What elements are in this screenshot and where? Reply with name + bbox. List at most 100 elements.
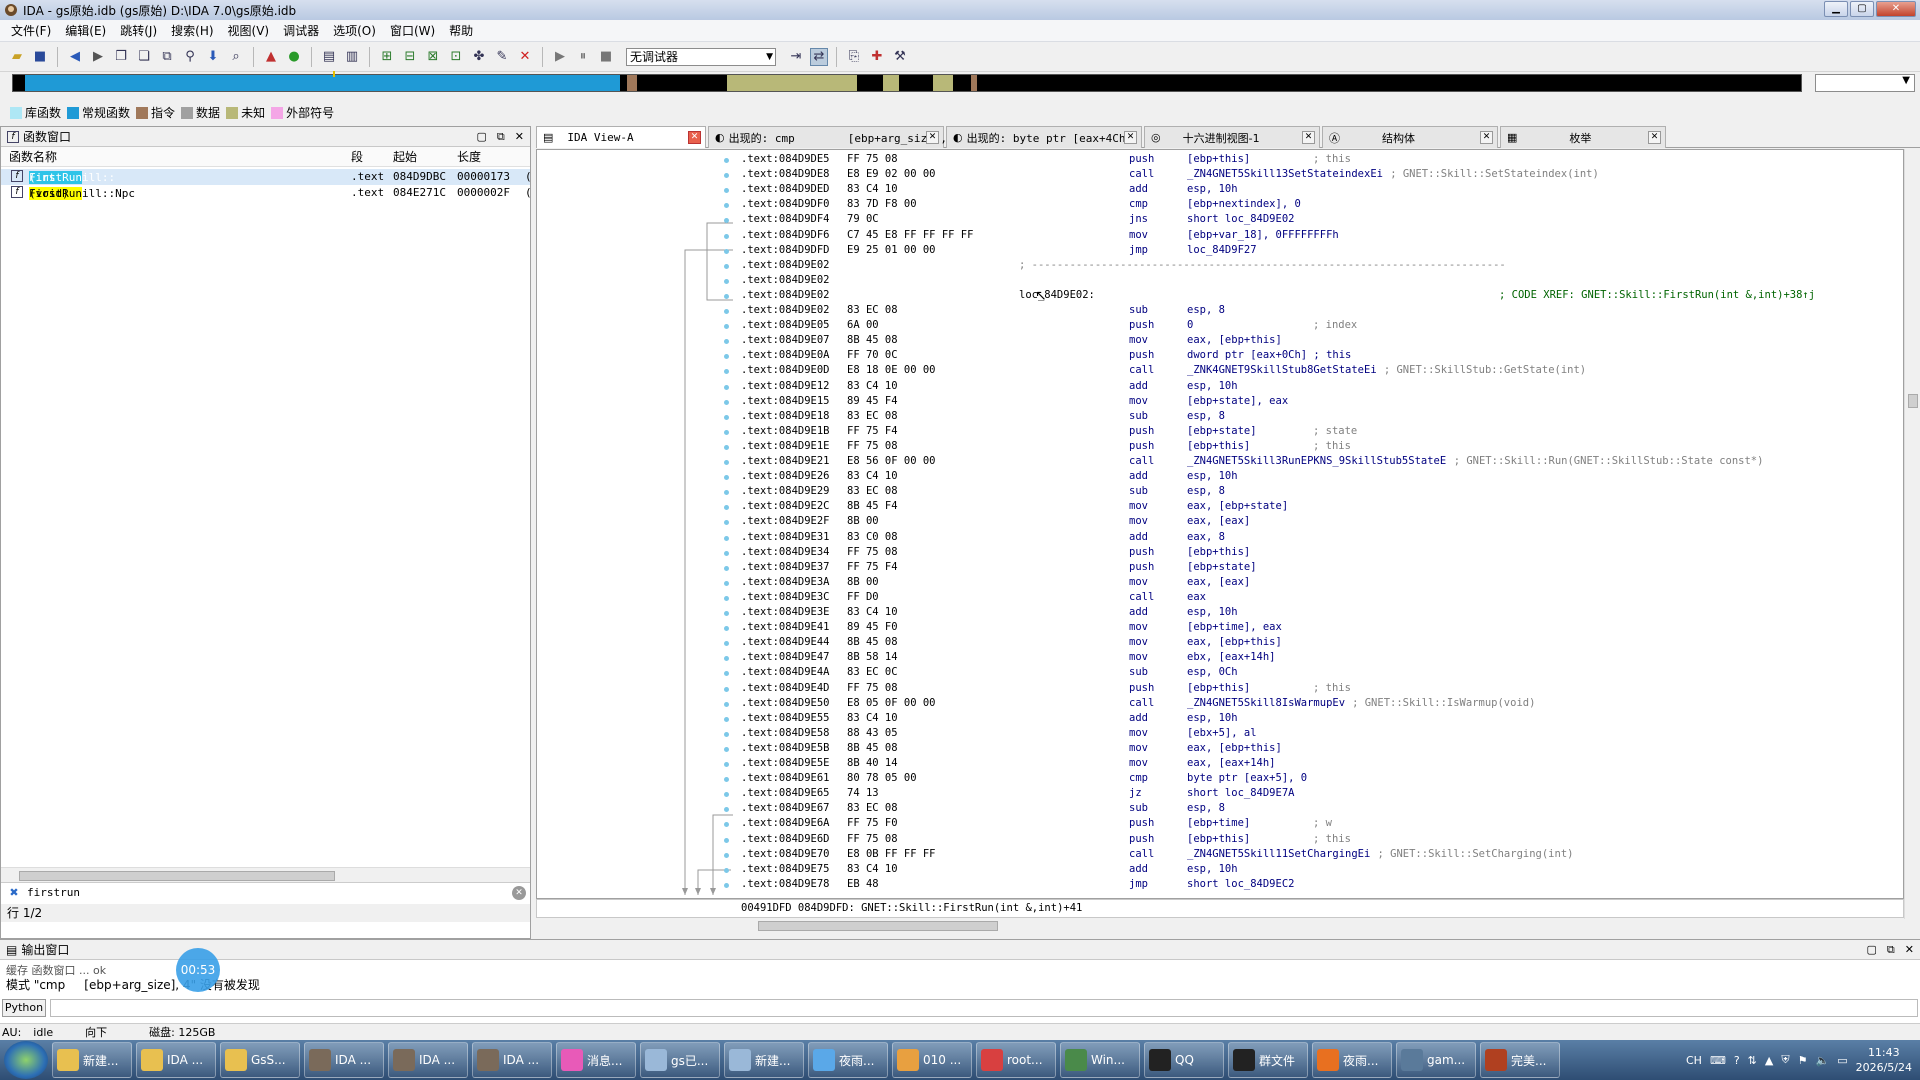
user-graph-icon[interactable]: ⊡ bbox=[447, 48, 465, 66]
gutter-dot[interactable] bbox=[724, 595, 729, 601]
gutter-dot[interactable] bbox=[724, 762, 729, 767]
taskbar-item[interactable]: IDA ... bbox=[388, 1042, 468, 1078]
gutter-dot[interactable] bbox=[724, 686, 729, 692]
gutter-dot[interactable] bbox=[724, 429, 729, 435]
taskbar-item[interactable]: 010 ... bbox=[892, 1042, 972, 1078]
open-icon[interactable]: ▰ bbox=[8, 48, 26, 66]
functions-horizontal-scrollbar[interactable] bbox=[1, 867, 530, 883]
start-button[interactable] bbox=[4, 1041, 48, 1079]
table-row[interactable]: f GNET::Skill::Npc FirstRun (void) .text 0… bbox=[1, 185, 532, 201]
text-search-icon[interactable]: ⚲ bbox=[181, 48, 199, 66]
menu-file[interactable]: 文件(F) bbox=[4, 22, 58, 39]
tab-ida-view-a[interactable]: ▤ IDA View-A ✕ bbox=[536, 126, 706, 148]
debugger-select[interactable]: 无调试器 ▼ bbox=[626, 47, 776, 66]
scrollbar-thumb[interactable] bbox=[1908, 394, 1918, 408]
forward-icon[interactable]: ▶ bbox=[89, 48, 107, 66]
taskbar-item[interactable]: 新建... bbox=[52, 1042, 132, 1078]
taskbar-item[interactable]: IDA ... bbox=[304, 1042, 384, 1078]
gutter-dot[interactable] bbox=[724, 535, 729, 541]
network-icon[interactable]: ⇅ bbox=[1748, 1054, 1757, 1067]
help-icon[interactable]: ? bbox=[1734, 1054, 1740, 1067]
filter-text[interactable]: firstrun bbox=[27, 886, 80, 899]
maximize-button[interactable]: ▢ bbox=[1850, 1, 1874, 17]
gutter-dot[interactable] bbox=[724, 263, 729, 269]
taskbar-item[interactable]: IDA ... bbox=[472, 1042, 552, 1078]
float-panel-icon[interactable]: ⧉ bbox=[497, 130, 505, 144]
binary-search-icon[interactable]: ⧉ bbox=[158, 48, 176, 66]
gutter-dot[interactable] bbox=[724, 399, 729, 405]
maximize-panel-icon[interactable]: ▢ bbox=[477, 130, 487, 144]
gutter-dot[interactable] bbox=[724, 852, 729, 858]
minimize-button[interactable]: ▁ bbox=[1824, 1, 1848, 17]
functions-quick-filter[interactable]: ✖ firstrun ✕ bbox=[1, 882, 530, 902]
close-tab-icon[interactable]: ✕ bbox=[688, 131, 701, 144]
menu-edit[interactable]: 编辑(E) bbox=[58, 22, 113, 39]
scrollbar-thumb[interactable] bbox=[19, 871, 335, 881]
disassembly-view[interactable]: .text:084D9DE5 FF 75 08 push [ebp+this] ; th… bbox=[536, 149, 1904, 899]
gutter-dot[interactable] bbox=[724, 716, 729, 722]
taskbar-item[interactable]: gs已... bbox=[640, 1042, 720, 1078]
menu-window[interactable]: 窗口(W) bbox=[383, 22, 442, 39]
gutter-dot[interactable] bbox=[724, 746, 729, 752]
column-header-segment[interactable]: 段 bbox=[351, 148, 363, 165]
run-script-icon[interactable]: ● bbox=[285, 48, 303, 66]
start-debug-icon[interactable]: ▶ bbox=[551, 48, 569, 66]
gutter-dot[interactable] bbox=[724, 309, 729, 314]
gutter-dot[interactable] bbox=[724, 278, 729, 284]
step-icon[interactable]: ⇥ bbox=[787, 48, 805, 66]
xref-from-icon[interactable]: ⊠ bbox=[424, 48, 442, 66]
gutter-dot[interactable] bbox=[724, 384, 729, 390]
menu-jump[interactable]: 跳转(J) bbox=[113, 22, 164, 39]
tab-hex-view[interactable]: ◎ 十六进制视图-1 ✕ bbox=[1144, 126, 1320, 148]
gutter-dot[interactable] bbox=[724, 580, 729, 586]
menu-help[interactable]: 帮助 bbox=[442, 22, 480, 39]
tab-structures[interactable]: Ⓐ 结构体 ✕ bbox=[1322, 126, 1498, 148]
float-panel-icon[interactable]: ⧉ bbox=[1887, 943, 1895, 957]
copy-icon[interactable]: ❐ bbox=[112, 48, 130, 66]
close-tab-icon[interactable]: ✕ bbox=[1124, 131, 1137, 144]
close-panel-icon[interactable]: ✕ bbox=[515, 130, 524, 144]
taskbar-item[interactable]: 新建... bbox=[724, 1042, 804, 1078]
stop-icon[interactable]: ✕ bbox=[516, 48, 534, 66]
close-filter-icon[interactable]: ✕ bbox=[512, 885, 526, 900]
menu-search[interactable]: 搜索(H) bbox=[164, 22, 220, 39]
trace-icon[interactable]: ⎘ bbox=[845, 48, 863, 66]
column-header-length[interactable]: 长度 bbox=[457, 148, 481, 165]
gutter-dot[interactable] bbox=[724, 248, 729, 254]
gutter-dot[interactable] bbox=[724, 867, 729, 873]
taskbar-item[interactable]: 夜雨... bbox=[808, 1042, 888, 1078]
gutter-dot[interactable] bbox=[724, 837, 729, 843]
show-hidden-icons-icon[interactable]: ▲ bbox=[1765, 1054, 1773, 1067]
save-icon[interactable]: ■ bbox=[31, 48, 49, 66]
column-header-name[interactable]: 函数名称 bbox=[9, 148, 57, 165]
python-language-button[interactable]: Python bbox=[2, 999, 46, 1017]
down-arrow-icon[interactable]: ⬇ bbox=[204, 48, 222, 66]
gutter-dot[interactable] bbox=[724, 444, 729, 450]
keyboard-icon[interactable]: ⌨ bbox=[1710, 1054, 1726, 1067]
taskbar-item[interactable]: 夜雨... bbox=[1312, 1042, 1392, 1078]
flowchart-icon[interactable]: ⊞ bbox=[378, 48, 396, 66]
chart-icon[interactable]: ▥ bbox=[343, 48, 361, 66]
taskbar-item[interactable]: IDA ... bbox=[136, 1042, 216, 1078]
add-breakpoint-icon[interactable]: ✚ bbox=[868, 48, 886, 66]
flag-icon[interactable]: ⚑ bbox=[1798, 1054, 1808, 1067]
find-icon[interactable]: ⌕ bbox=[227, 48, 245, 66]
paste-icon[interactable]: ❏ bbox=[135, 48, 153, 66]
column-header-start[interactable]: 起始 bbox=[393, 148, 417, 165]
volume-icon[interactable]: 🔈 bbox=[1815, 1054, 1829, 1067]
taskbar-item[interactable]: QQ bbox=[1144, 1042, 1224, 1078]
stop-debug-icon[interactable]: ■ bbox=[597, 48, 615, 66]
taskbar-item[interactable]: 群文件 bbox=[1228, 1042, 1308, 1078]
gutter-dot[interactable] bbox=[724, 611, 729, 616]
table-row[interactable]: f GNET::Skill::FirstRun(int &,int) .text… bbox=[1, 169, 532, 197]
menu-view[interactable]: 视图(V) bbox=[221, 22, 277, 39]
close-tab-icon[interactable]: ✕ bbox=[926, 131, 939, 144]
taskbar-item[interactable]: 完美... bbox=[1480, 1042, 1560, 1078]
close-window-button[interactable]: ✕ bbox=[1876, 1, 1916, 17]
pause-icon[interactable]: ⏸ bbox=[574, 48, 592, 66]
xref-to-icon[interactable]: ⊟ bbox=[401, 48, 419, 66]
gutter-dot[interactable] bbox=[724, 158, 729, 163]
clear-filter-icon[interactable]: ✖ bbox=[1, 886, 27, 899]
display-icon[interactable]: ▭ bbox=[1837, 1054, 1847, 1067]
close-tab-icon[interactable]: ✕ bbox=[1648, 131, 1661, 144]
